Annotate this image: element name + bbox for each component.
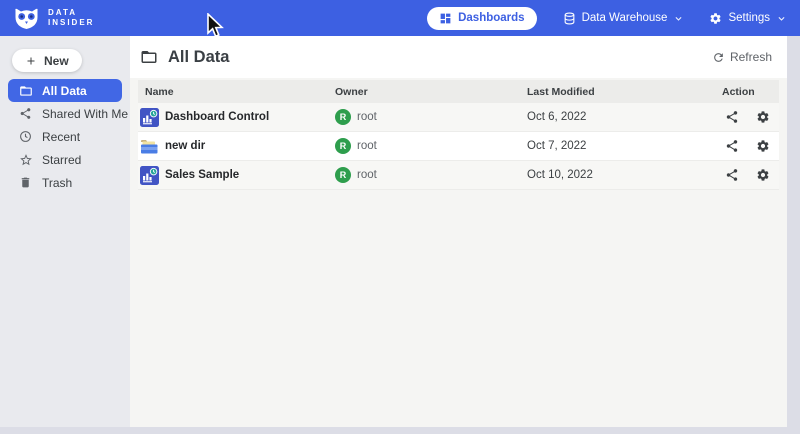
sidebar-item-label: Shared With Me	[42, 107, 128, 121]
nav-settings-label: Settings	[728, 12, 770, 24]
last-modified: Oct 7, 2022	[527, 140, 722, 152]
gear-icon	[709, 12, 722, 25]
owner-name: root	[357, 169, 377, 181]
nav-data-warehouse[interactable]: Data Warehouse	[563, 12, 684, 25]
file-name: new dir	[165, 140, 205, 152]
row-settings-button[interactable]	[756, 168, 770, 182]
nav-dashboards-label: Dashboards	[458, 12, 524, 24]
top-navigation: Dashboards Data Warehouse	[427, 7, 786, 30]
dashboard-file-icon	[140, 166, 159, 185]
last-modified: Oct 10, 2022	[527, 169, 722, 181]
owl-logo-icon	[13, 7, 40, 30]
sidebar-item-label: All Data	[42, 84, 87, 98]
action-cell	[722, 110, 779, 124]
column-header-last-modified: Last Modified	[527, 86, 722, 98]
name-cell: Sales Sample	[138, 166, 335, 185]
clock-icon	[18, 130, 33, 143]
brand[interactable]: DATA INSIDER	[13, 7, 94, 30]
owner-avatar: R	[335, 138, 351, 154]
brand-name: DATA INSIDER	[48, 8, 94, 28]
action-cell	[722, 139, 779, 153]
sidebar-item-all-data[interactable]: All Data	[8, 79, 122, 102]
plus-icon	[25, 55, 37, 67]
column-header-name: Name	[138, 86, 335, 98]
table-header: Name Owner Last Modified Action	[138, 80, 779, 103]
chevron-down-icon	[674, 14, 683, 23]
new-button[interactable]: New	[12, 49, 82, 72]
app-body: New All Data Shared With Me	[0, 36, 800, 427]
new-button-label: New	[44, 54, 69, 68]
sidebar-item-trash[interactable]: Trash	[8, 171, 122, 194]
column-header-action: Action	[722, 86, 779, 98]
owner-cell: R root	[335, 167, 527, 183]
last-modified: Oct 6, 2022	[527, 111, 722, 123]
main-content: All Data Refresh Name Owner Last Modifie…	[130, 36, 787, 427]
folder-file-icon	[140, 138, 159, 155]
data-table: Name Owner Last Modified Action	[138, 80, 779, 190]
owner-avatar: R	[335, 109, 351, 125]
row-settings-button[interactable]	[756, 110, 770, 124]
sidebar: New All Data Shared With Me	[0, 36, 130, 427]
dashboard-file-icon	[140, 108, 159, 127]
table-row[interactable]: Sales Sample R root Oct 10, 2022	[138, 161, 779, 190]
name-cell: new dir	[138, 138, 335, 155]
owner-cell: R root	[335, 138, 527, 154]
share-button[interactable]	[725, 139, 739, 153]
content-header: All Data Refresh	[130, 36, 787, 78]
nav-data-warehouse-label: Data Warehouse	[582, 12, 668, 24]
nav-settings[interactable]: Settings	[709, 12, 786, 25]
folder-icon	[18, 84, 33, 98]
share-button[interactable]	[725, 168, 739, 182]
table-row[interactable]: new dir R root Oct 7, 2022	[138, 132, 779, 161]
database-icon	[563, 12, 576, 25]
action-cell	[722, 168, 779, 182]
column-header-owner: Owner	[335, 86, 527, 98]
star-icon	[18, 153, 33, 167]
owner-name: root	[357, 111, 377, 123]
chevron-down-icon	[777, 14, 786, 23]
sidebar-menu: All Data Shared With Me Recent	[0, 79, 130, 194]
brand-line2: INSIDER	[48, 18, 94, 28]
sidebar-item-starred[interactable]: Starred	[8, 148, 122, 171]
folder-icon	[140, 48, 158, 66]
owner-name: root	[357, 140, 377, 152]
sidebar-item-label: Trash	[42, 176, 72, 190]
row-settings-button[interactable]	[756, 139, 770, 153]
share-button[interactable]	[725, 110, 739, 124]
refresh-icon	[712, 51, 725, 64]
name-cell: Dashboard Control	[138, 108, 335, 127]
trash-icon	[18, 176, 33, 189]
dashboard-icon	[439, 12, 452, 25]
refresh-button[interactable]: Refresh	[712, 50, 772, 64]
share-icon	[18, 107, 33, 120]
owner-avatar: R	[335, 167, 351, 183]
file-name: Sales Sample	[165, 169, 239, 181]
brand-line1: DATA	[48, 8, 94, 18]
sidebar-item-label: Starred	[42, 153, 81, 167]
owner-cell: R root	[335, 109, 527, 125]
table-row[interactable]: Dashboard Control R root Oct 6, 2022	[138, 103, 779, 132]
app-window: DATA INSIDER Dashboards Data	[0, 0, 800, 434]
sidebar-item-shared-with-me[interactable]: Shared With Me	[8, 102, 122, 125]
topbar: DATA INSIDER Dashboards Data	[0, 0, 800, 36]
page-title: All Data	[168, 48, 229, 67]
nav-dashboards-button[interactable]: Dashboards	[427, 7, 536, 30]
table-body: Dashboard Control R root Oct 6, 2022	[138, 103, 779, 190]
refresh-label: Refresh	[730, 50, 772, 64]
file-name: Dashboard Control	[165, 111, 269, 123]
sidebar-item-recent[interactable]: Recent	[8, 125, 122, 148]
sidebar-item-label: Recent	[42, 130, 80, 144]
